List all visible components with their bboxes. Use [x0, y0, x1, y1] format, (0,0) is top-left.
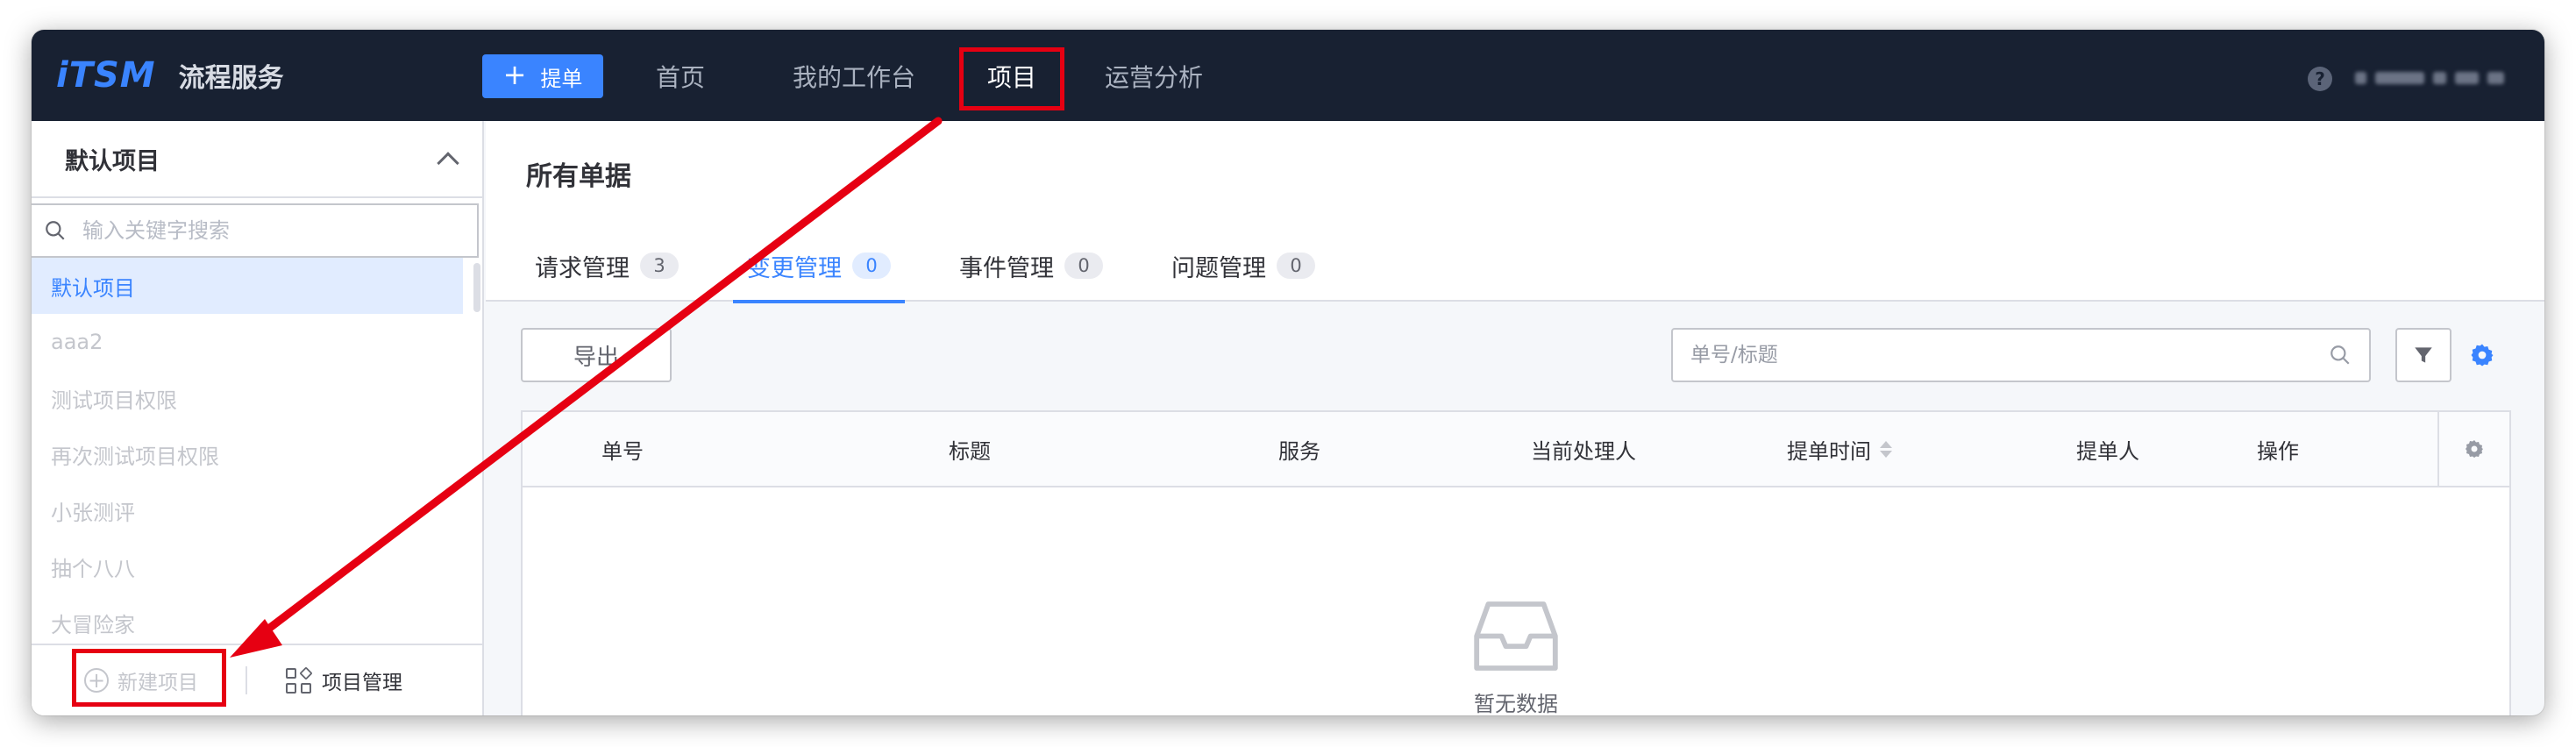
- project-item[interactable]: 再次测试项目权限: [32, 426, 463, 482]
- count-badge: 3: [640, 253, 679, 279]
- logo[interactable]: iTSM 流程服务: [56, 54, 284, 96]
- page-title: 所有单据: [526, 161, 631, 192]
- project-list: 默认项目 aaa2 测试项目权限 再次测试项目权限 小张测评 抽个八八 大冒险家: [32, 258, 482, 640]
- tab-problem[interactable]: 问题管理 0: [1157, 230, 1329, 302]
- top-navbar: iTSM 流程服务 + 提单 首页 我的工作台 项目 运营分析 ?: [32, 30, 2544, 121]
- project-sidebar: 默认项目 默认项目 aaa2 测试项目权限 再次测试项目权限 小张测评 抽个八八…: [32, 121, 484, 715]
- project-item[interactable]: 抽个八八: [32, 538, 463, 594]
- settings-button[interactable]: [2467, 340, 2497, 370]
- table-header: 单号 标题 服务 当前处理人 提单时间 提单人 操作: [523, 412, 2509, 487]
- chevron-up-icon[interactable]: [437, 152, 459, 174]
- project-manage-button[interactable]: 项目管理: [286, 665, 402, 696]
- count-badge: 0: [1277, 253, 1315, 279]
- plus-circle-icon: +: [84, 668, 109, 693]
- app-window: iTSM 流程服务 + 提单 首页 我的工作台 项目 运营分析 ? 默认项目 输…: [32, 30, 2544, 715]
- column-header-title: 标题: [949, 438, 991, 464]
- filter-icon: [2415, 347, 2432, 363]
- count-badge: 0: [852, 253, 891, 279]
- new-ticket-label: 提单: [540, 66, 583, 91]
- tab-label: 问题管理: [1171, 254, 1266, 282]
- ticket-table: 单号 标题 服务 当前处理人 提单时间 提单人 操作 暂无数据: [521, 410, 2511, 715]
- empty-state: 暂无数据: [523, 487, 2509, 715]
- filter-button[interactable]: [2395, 328, 2451, 382]
- count-badge: 0: [1064, 253, 1103, 279]
- plus-icon: +: [502, 58, 527, 91]
- empty-text: 暂无数据: [1474, 692, 1558, 715]
- nav-my-workbench[interactable]: 我的工作台: [793, 54, 915, 98]
- app-name: 流程服务: [178, 63, 284, 94]
- tab-request[interactable]: 请求管理 3: [521, 230, 693, 302]
- project-list-scrollbar[interactable]: [470, 258, 482, 640]
- empty-inbox-icon: [1474, 601, 1558, 671]
- question-circle-icon[interactable]: ?: [2308, 67, 2332, 91]
- tab-incident[interactable]: 事件管理 0: [945, 230, 1117, 302]
- project-item[interactable]: 小张测评: [32, 482, 463, 538]
- project-item[interactable]: aaa2: [32, 314, 463, 370]
- project-item[interactable]: 大冒险家: [32, 594, 463, 640]
- tab-change[interactable]: 变更管理 0: [733, 230, 905, 303]
- project-selector[interactable]: 默认项目: [32, 121, 482, 198]
- project-search[interactable]: [32, 203, 479, 258]
- table-toolbar: 导出: [486, 302, 2544, 410]
- column-header-submit-time[interactable]: 提单时间: [1787, 412, 1892, 486]
- nav-project[interactable]: 项目: [987, 54, 1036, 98]
- itsm-logo: iTSM: [56, 55, 156, 96]
- column-header-submitter: 提单人: [2076, 438, 2139, 464]
- new-ticket-button[interactable]: + 提单: [482, 54, 603, 98]
- tab-label: 请求管理: [535, 254, 630, 282]
- current-project-title: 默认项目: [65, 147, 160, 175]
- main-header: 所有单据 请求管理 3 变更管理 0 事件管理 0 问题管理 0: [486, 121, 2544, 303]
- ticket-search[interactable]: [1671, 328, 2371, 382]
- gear-icon: [2471, 344, 2494, 366]
- export-button[interactable]: 导出: [521, 328, 672, 382]
- tab-label: 变更管理: [747, 254, 842, 282]
- nav-operation-analysis[interactable]: 运营分析: [1105, 54, 1203, 98]
- project-item-default[interactable]: 默认项目: [32, 258, 463, 314]
- search-icon: [46, 221, 65, 240]
- column-header-service: 服务: [1278, 438, 1320, 464]
- column-settings-button[interactable]: [2437, 412, 2509, 486]
- project-item[interactable]: 测试项目权限: [32, 370, 463, 426]
- new-project-label: 新建项目: [117, 672, 198, 694]
- gear-icon: [2466, 440, 2483, 458]
- ticket-type-tabs: 请求管理 3 变更管理 0 事件管理 0 问题管理 0: [521, 230, 1370, 303]
- sort-icon[interactable]: [1880, 440, 1892, 458]
- sidebar-footer: + 新建项目 项目管理: [32, 644, 482, 715]
- user-name-blurred[interactable]: [2355, 65, 2505, 91]
- tab-label: 事件管理: [959, 254, 1054, 282]
- column-header-actions: 操作: [2257, 438, 2299, 464]
- project-manage-label: 项目管理: [322, 672, 402, 694]
- column-header-current-handler: 当前处理人: [1531, 438, 1636, 464]
- column-header-ticket-no: 单号: [601, 438, 644, 464]
- main-content: 所有单据 请求管理 3 变更管理 0 事件管理 0 问题管理 0 导出 单号/标…: [486, 121, 2544, 715]
- ticket-search-input[interactable]: [1690, 344, 2329, 366]
- apps-grid-icon: [286, 665, 313, 694]
- project-search-input[interactable]: [82, 218, 433, 243]
- submit-time-label: 提单时间: [1787, 438, 1871, 464]
- new-project-button[interactable]: + 新建项目: [84, 665, 198, 696]
- nav-home[interactable]: 首页: [656, 54, 705, 98]
- footer-divider: [246, 666, 247, 694]
- search-icon[interactable]: [2329, 344, 2352, 366]
